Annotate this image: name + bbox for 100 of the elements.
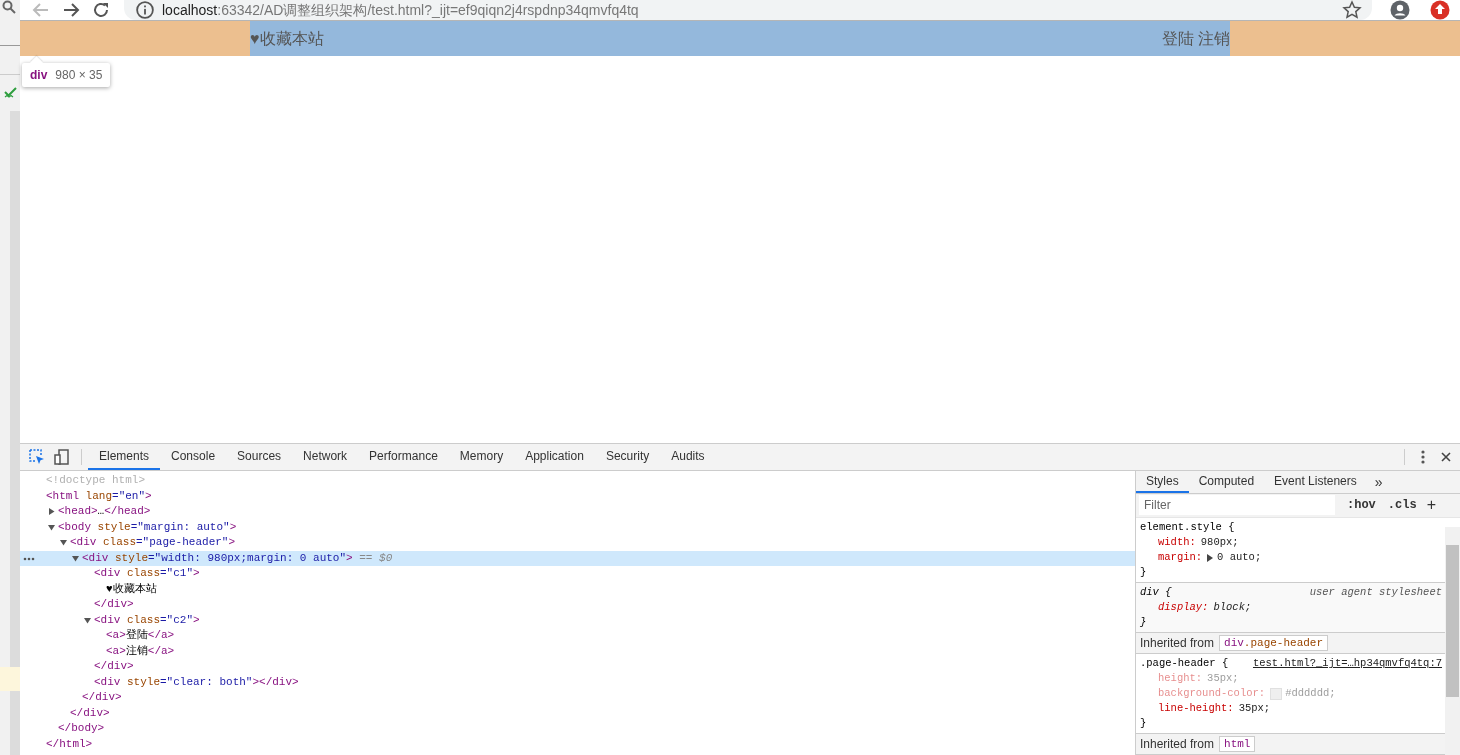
forward-icon[interactable] <box>62 1 80 19</box>
code-line: <body style="margin: auto"> <box>58 519 237 535</box>
highlight-marker <box>0 667 20 691</box>
tree-row[interactable]: <a>注销</a> <box>20 643 1135 659</box>
scrollbar[interactable] <box>1445 527 1460 755</box>
tree-row[interactable]: <div class="page-header"> <box>20 535 1135 551</box>
collapsed-arrow-icon[interactable] <box>48 508 55 516</box>
tree-row[interactable]: <div class="c2"> <box>20 612 1135 628</box>
tree-row[interactable]: <body style="margin: auto"> <box>20 519 1135 535</box>
tree-row[interactable]: <div class="c1"> <box>20 566 1135 582</box>
element-badge[interactable]: html <box>1219 736 1256 752</box>
styles-tab[interactable]: Event Listeners <box>1264 471 1367 493</box>
expand-arrow-icon[interactable] <box>1207 553 1214 562</box>
code-line: <div class="page-header"> <box>70 535 236 550</box>
color-swatch[interactable] <box>1270 687 1283 700</box>
property-value: block; <box>1213 600 1252 615</box>
devtools-tab[interactable]: Console <box>160 444 227 470</box>
tree-row[interactable]: </html> <box>20 736 1135 752</box>
rule-selector: div { <box>1140 585 1172 600</box>
code-line: </div> <box>82 690 122 705</box>
bookmark-link[interactable]: ♥收藏本站 <box>250 21 324 56</box>
tree-row[interactable]: ♥收藏本站 <box>20 581 1135 597</box>
update-icon[interactable] <box>1430 0 1450 20</box>
styles-tab[interactable]: Styles <box>1136 471 1189 493</box>
styles-tab[interactable]: Computed <box>1188 471 1265 493</box>
tree-row[interactable]: <head>…</head> <box>20 504 1135 520</box>
code-line: </body> <box>58 721 105 736</box>
code-line: <a>登陆</a> <box>106 628 175 643</box>
property-value: 0 auto; <box>1217 550 1262 565</box>
property-name: line-height: <box>1158 701 1234 716</box>
add-rule-button[interactable]: + <box>1426 496 1436 515</box>
url-text: localhost:63342/AD调整组织架构/test.html?_ijt=ef9qiqn2j4rspdnp34qmvfq4tq <box>162 1 639 19</box>
property-name: background-color: <box>1158 686 1266 701</box>
star-icon[interactable] <box>1342 0 1362 20</box>
search-icon[interactable] <box>2 0 16 14</box>
code-line: <a>注销</a> <box>106 643 175 659</box>
tree-row[interactable]: </div> <box>20 705 1135 721</box>
tree-row[interactable]: </div> <box>20 659 1135 675</box>
tooltip-tag: div <box>30 68 48 82</box>
code-line: <div class="c2"> <box>94 612 200 628</box>
devtools-tab[interactable]: Performance <box>358 444 449 470</box>
property-name: height: <box>1158 671 1203 686</box>
devtools-tab[interactable]: Application <box>514 444 595 470</box>
more-tabs-button[interactable]: » <box>1366 471 1391 493</box>
tree-row[interactable]: <a>登陆</a> <box>20 628 1135 644</box>
tree-row[interactable]: </div> <box>20 690 1135 706</box>
rule-selector: element.style { <box>1140 520 1235 535</box>
inherited-label: Inherited from <box>1140 737 1215 751</box>
code-line: <head>…</head> <box>58 504 151 519</box>
header-link[interactable]: 注销 <box>1198 21 1230 56</box>
property-name: display: <box>1158 600 1209 615</box>
code-line: </html> <box>46 736 93 752</box>
dots-icon[interactable] <box>23 556 35 561</box>
tree-row[interactable]: </body> <box>20 721 1135 737</box>
code-line: <div style="width: 980px;margin: 0 auto"> == $0 <box>82 550 393 566</box>
reload-icon[interactable] <box>92 1 110 19</box>
rule-close: } <box>1140 615 1148 630</box>
inspect-icon[interactable] <box>29 449 45 465</box>
code-line: <div style="clear: both"></div> <box>94 674 299 690</box>
property-value: 35px; <box>1238 701 1271 716</box>
expanded-arrow-icon[interactable] <box>60 539 67 547</box>
devtools-tab[interactable]: Security <box>594 444 661 470</box>
rule-origin: user agent stylesheet <box>1309 585 1442 600</box>
tree-row[interactable]: <html lang="en"> <box>20 488 1135 504</box>
devtools-tab[interactable]: Audits <box>660 444 716 470</box>
element-badge[interactable]: div.page-header <box>1219 635 1329 651</box>
property-value: 980px; <box>1200 535 1239 550</box>
toggle-button[interactable]: :hov <box>1347 498 1376 513</box>
expanded-arrow-icon[interactable] <box>72 554 79 562</box>
expanded-arrow-icon[interactable] <box>48 523 55 531</box>
code-line: <html lang="en"> <box>46 488 152 504</box>
address-bar[interactable]: localhost:63342/AD调整组织架构/test.html?_ijt=ef9qiqn2j4rspdnp34qmvfq4tq <box>124 0 1372 20</box>
more-icon[interactable] <box>1421 450 1425 464</box>
tooltip-size: 980 × 35 <box>55 68 103 82</box>
devtools-tab[interactable]: Sources <box>226 444 293 470</box>
source-link[interactable]: test.html?_ijt=…hp34qmvfq4tq:7 <box>1252 656 1442 671</box>
code-line: </div> <box>94 659 134 674</box>
toggle-button[interactable]: .cls <box>1387 498 1417 513</box>
header-link[interactable]: 登陆 <box>1162 21 1194 56</box>
property-value: #dddddd; <box>1285 686 1336 701</box>
devtools-tab[interactable]: Elements <box>88 444 161 470</box>
code-line: </div> <box>70 705 110 721</box>
account-icon[interactable] <box>1390 0 1410 20</box>
filter-field[interactable]: Filter <box>1139 495 1335 516</box>
inherited-label: Inherited from <box>1140 636 1215 650</box>
property-name: width: <box>1158 535 1196 550</box>
rule-selector: .page-header { <box>1140 656 1229 671</box>
devtools-tab[interactable]: Memory <box>448 444 515 470</box>
code-line: </div> <box>94 597 134 612</box>
device-icon[interactable] <box>54 449 70 465</box>
devtools-tab[interactable]: Network <box>292 444 359 470</box>
close-icon[interactable] <box>1441 452 1451 462</box>
tree-row[interactable]: <div style="clear: both"></div> <box>20 674 1135 690</box>
check-icon <box>4 87 18 99</box>
rule-close: } <box>1140 565 1148 580</box>
tree-row[interactable]: </div> <box>20 597 1135 613</box>
info-icon[interactable] <box>136 1 154 19</box>
tree-row[interactable]: <div style="width: 980px;margin: 0 auto"> == $0 <box>20 550 1135 566</box>
code-line: ♥收藏本站 <box>106 581 157 597</box>
expanded-arrow-icon[interactable] <box>84 616 91 624</box>
